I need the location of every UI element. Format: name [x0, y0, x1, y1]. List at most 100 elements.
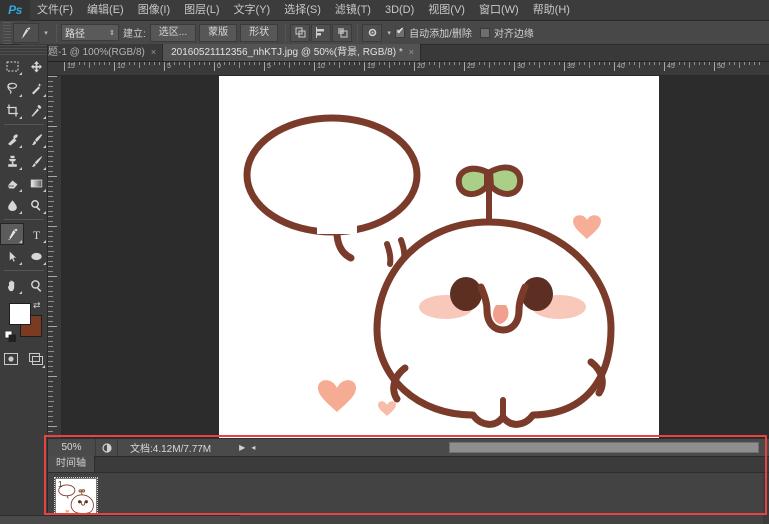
zoom-level-field[interactable]: 50% [48, 439, 96, 457]
vertical-ruler-tick [48, 391, 53, 392]
ruler-minor-tick [319, 62, 320, 65]
ruler-minor-tick [709, 62, 710, 65]
vertical-ruler-tick [48, 96, 53, 97]
tools-separator-1 [4, 124, 44, 125]
crop-tool[interactable] [0, 99, 24, 121]
path-operations-icon[interactable] [290, 24, 310, 42]
lasso-tool[interactable] [0, 77, 24, 99]
clone-stamp-tool[interactable] [0, 150, 24, 172]
close-icon[interactable]: × [409, 44, 414, 61]
foreground-color-swatch[interactable] [9, 303, 31, 325]
ruler-minor-tick [79, 62, 80, 65]
ruler-minor-tick [449, 62, 450, 65]
zoom-tool[interactable] [24, 274, 48, 296]
tab-timeline[interactable]: 时间轴 [48, 456, 95, 472]
ruler-minor-tick [109, 62, 110, 65]
pen-tool-icon[interactable] [13, 23, 39, 43]
vertical-ruler-tick [48, 201, 54, 202]
vertical-ruler-tick [48, 311, 53, 312]
ruler-minor-tick [274, 62, 275, 65]
pen-tool[interactable] [0, 223, 24, 245]
vertical-ruler-tick [48, 91, 53, 92]
menu-edit[interactable]: 编辑(E) [80, 0, 131, 21]
ruler-minor-tick [339, 62, 340, 68]
geometry-options-gear-icon[interactable] [362, 24, 382, 42]
align-edges-checkbox[interactable]: 对齐边缘 [480, 25, 534, 40]
options-bar-grip[interactable] [3, 22, 11, 44]
geometry-options-caret[interactable]: ▾ [383, 23, 395, 43]
move-tool[interactable] [24, 55, 48, 77]
ruler-minor-tick [209, 62, 210, 65]
ruler-minor-tick [419, 62, 420, 65]
vertical-ruler-tick [48, 356, 53, 357]
ruler-minor-tick [519, 62, 520, 65]
vertical-ruler-tick [48, 381, 53, 382]
history-brush-tool[interactable] [24, 150, 48, 172]
options-separator-3 [357, 24, 358, 42]
menu-filter[interactable]: 滤镜(T) [328, 0, 378, 21]
menu-bar: Ps 文件(F) 编辑(E) 图像(I) 图层(L) 文字(Y) 选择(S) 滤… [0, 0, 769, 21]
ruler-minor-tick [304, 62, 305, 65]
make-mask-button[interactable]: 蒙版 [199, 24, 237, 42]
menu-3d[interactable]: 3D(D) [378, 0, 421, 21]
make-shape-button[interactable]: 形状 [240, 24, 278, 42]
ruler-minor-tick [579, 62, 580, 65]
hand-tool[interactable] [0, 274, 24, 296]
horizontal-type-tool[interactable]: T [24, 223, 48, 245]
path-selection-tool[interactable] [0, 245, 24, 267]
dodge-tool[interactable] [24, 194, 48, 216]
path-alignment-icon[interactable] [311, 24, 331, 42]
marquee-tool[interactable] [0, 55, 24, 77]
default-colors-icon[interactable] [5, 329, 16, 340]
menu-layer[interactable]: 图层(L) [177, 0, 226, 21]
eraser-tool[interactable] [0, 172, 24, 194]
close-icon[interactable]: × [151, 44, 156, 61]
ruler-major-tick [164, 62, 165, 71]
frame-number: 1 [58, 480, 62, 489]
status-extra-arrow-icon[interactable]: ◂ [251, 443, 255, 452]
artboard[interactable] [219, 76, 659, 438]
ellipse-shape-tool[interactable] [24, 245, 48, 267]
eyedropper-tool[interactable] [24, 99, 48, 121]
canvas-area[interactable] [62, 76, 769, 438]
ruler-minor-tick [704, 62, 705, 65]
ruler-minor-tick [569, 62, 570, 65]
gradient-tool[interactable] [24, 172, 48, 194]
ruler-minor-tick [729, 62, 730, 65]
status-menu-arrow-icon[interactable]: ▶ [239, 443, 245, 452]
menu-window[interactable]: 窗口(W) [472, 0, 526, 21]
screen-mode-toggle[interactable] [26, 348, 48, 370]
menu-view[interactable]: 视图(V) [421, 0, 472, 21]
make-label: 建立: [123, 25, 146, 40]
vertical-ruler-tick [48, 236, 53, 237]
quick-mask-toggle[interactable] [0, 348, 22, 370]
document-profile-icon[interactable] [96, 439, 118, 457]
ruler-minor-tick [189, 62, 190, 68]
blur-tool[interactable] [0, 194, 24, 216]
menu-type[interactable]: 文字(Y) [227, 0, 278, 21]
ruler-minor-tick [554, 62, 555, 65]
menu-select[interactable]: 选择(S) [277, 0, 328, 21]
doc-tab-photo[interactable]: 20160521112356_nhKTJ.jpg @ 50%(背景, RGB/8… [163, 44, 421, 61]
vertical-ruler-tick [48, 196, 53, 197]
make-selection-button[interactable]: 选区... [150, 24, 196, 42]
swap-colors-icon[interactable]: ⇄ [33, 300, 41, 311]
path-arrangement-icon[interactable] [332, 24, 352, 42]
pen-tool-preset-caret[interactable]: ▾ [40, 23, 52, 43]
ruler-minor-tick [244, 62, 245, 65]
ruler-minor-tick [239, 62, 240, 68]
tools-panel-grip[interactable] [0, 45, 47, 55]
brush-tool[interactable] [24, 128, 48, 150]
magic-wand-tool[interactable] [24, 77, 48, 99]
menu-image[interactable]: 图像(I) [131, 0, 177, 21]
auto-add-delete-checkbox[interactable]: 自动添加/删除 [395, 25, 472, 40]
vertical-ruler-tick [48, 141, 53, 142]
timeline-panel: 时间轴 1 [48, 456, 769, 524]
menu-file[interactable]: 文件(F) [30, 0, 80, 21]
horizontal-scrollbar[interactable] [449, 442, 759, 453]
ruler-minor-tick [634, 62, 635, 65]
spot-healing-brush-tool[interactable] [0, 128, 24, 150]
menu-help[interactable]: 帮助(H) [526, 0, 577, 21]
path-mode-select[interactable]: 路径 ⇕ [61, 24, 119, 41]
frame-thumbnail[interactable]: 1 [55, 478, 97, 516]
